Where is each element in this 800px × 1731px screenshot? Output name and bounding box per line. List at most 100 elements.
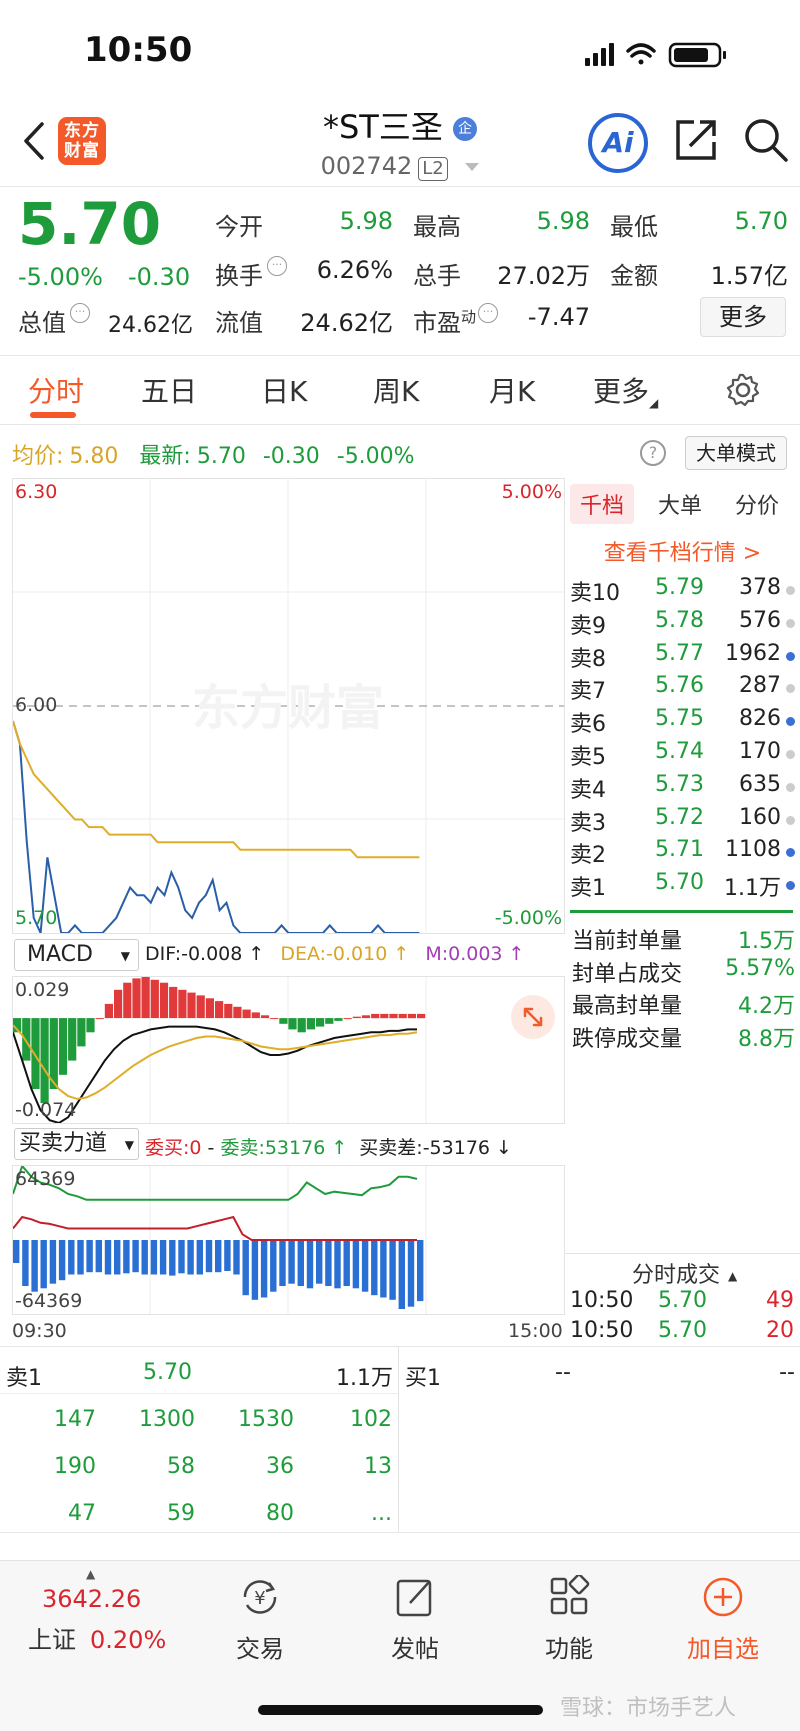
macd-y-min: -0.074 [15,1099,77,1121]
force-bar [95,1240,102,1273]
ask-volume: 1.1万 [724,876,781,902]
ask-row[interactable]: 卖6 5.75 826 [570,706,795,737]
ask-price: 5.70 [655,870,704,896]
macd-bar [398,1013,407,1019]
index-line[interactable]: 上证 0.20% [28,1620,166,1655]
force-bar [407,1240,415,1307]
macd-bar [104,1003,113,1019]
ask-row[interactable]: 卖10 5.79 378 [570,575,795,606]
help-icon[interactable]: ? [640,440,666,466]
settings-icon[interactable] [725,372,761,408]
macd-bar [352,1016,361,1019]
force-bar [205,1240,213,1273]
tab-daily-k[interactable]: 日K [261,370,307,410]
mktcap-value: 24.62亿 [108,313,193,338]
corner-arrow-icon: ◢ [649,396,659,410]
big-order-mode-button[interactable]: 大单模式 [685,436,787,470]
amount-value: 1.57亿 [710,262,788,290]
ask-volume: 635 [739,771,781,797]
ob-tab-thousand[interactable]: 千档 [570,484,635,524]
buy1-label: 买1 [405,1366,441,1391]
force-bar [417,1240,424,1302]
ask-volume: 287 [739,673,781,699]
tab-five-day[interactable]: 五日 [141,370,197,410]
ask-row[interactable]: 卖3 5.72 160 [570,804,795,836]
force-selector[interactable]: 买卖力道 ▼ [14,1128,139,1160]
ask-row[interactable]: 卖8 5.77 1962 [570,641,795,672]
nav-functions[interactable]: 功能 [514,1573,624,1664]
ask-volume: 1108 [725,837,781,863]
signal-icon [585,43,614,66]
macd-chart[interactable]: 0.029 -0.074 [12,976,565,1124]
force-bar [288,1240,295,1284]
queue-cell: 1530 [238,1407,294,1432]
ticks-title[interactable]: 分时成交 ▲ [632,1257,737,1289]
macd-bar [224,1003,233,1019]
ask-row[interactable]: 卖4 5.73 635 [570,771,795,803]
force-bar [123,1240,130,1274]
ask-divider [570,910,793,913]
force-bar [389,1240,396,1300]
macd-bar [86,1018,95,1033]
macd-bar [150,979,159,1019]
macd-selector[interactable]: MACD ▼ [14,939,139,971]
macd-bar [95,1018,104,1020]
queue-cell: ... [371,1501,392,1526]
turnover-label: 换手 ··· [215,256,287,291]
ask-price: 5.72 [655,804,704,830]
macd-bar [380,1013,389,1019]
ask-row[interactable]: 卖5 5.74 170 [570,739,795,770]
stat-row: 当前封单量 1.5万 [570,923,795,954]
force-bar [141,1240,148,1275]
macd-bar [40,1018,49,1104]
current-price: 5.70 [18,190,162,258]
info-icon: ··· [267,256,287,276]
status-icons [585,42,726,68]
stock-code: 002742 [320,152,413,180]
macd-bar [270,1018,279,1020]
dot-icon [786,586,795,595]
intraday-chart[interactable]: 东方财富 6.30 6.00 5.70 5.00% -5.00% [12,478,565,934]
home-indicator[interactable] [258,1705,543,1715]
ob-tab-price[interactable]: 分价 [735,488,779,520]
force-bar [343,1240,350,1286]
nav-post[interactable]: 发帖 [360,1575,470,1664]
index-value[interactable]: 3642.26 [42,1585,141,1613]
volume-value: 27.02万 [497,262,590,290]
queue-cell: 102 [350,1407,392,1432]
ask-row[interactable]: 卖9 5.78 576 [570,608,795,639]
expand-button[interactable] [511,995,555,1039]
macd-bar [343,1018,352,1020]
search-icon[interactable] [742,116,792,166]
share-icon[interactable] [672,116,722,166]
low-value: 5.70 [734,207,788,235]
dropdown-icon: ▼ [120,949,130,963]
ask-label: 卖10 [570,581,620,606]
ob-tab-big[interactable]: 大单 [658,488,702,520]
macd-bar [251,1012,260,1019]
nav-trade[interactable]: ¥ 交易 [205,1575,315,1664]
ask-row[interactable]: 卖7 5.76 287 [570,673,795,704]
ai-button[interactable]: Ai [588,113,648,173]
macd-bar [334,1018,343,1021]
force-bar [398,1240,405,1309]
ask-row[interactable]: 卖1 5.70 1.1万 [570,870,795,902]
tab-more[interactable]: 更多◢ [593,370,658,410]
tab-intraday[interactable]: 分时 [28,370,84,410]
ask-price: 5.79 [655,575,704,600]
more-button[interactable]: 更多 [700,297,786,337]
force-bar [114,1240,121,1275]
ask-row[interactable]: 卖2 5.71 1108 [570,837,795,868]
force-bar [260,1240,268,1298]
force-chart[interactable]: 64369 -64369 [12,1165,565,1315]
force-bar [352,1240,360,1289]
view-depth-link[interactable]: 查看千档行情 > [570,535,795,567]
nav-add-watchlist[interactable]: 加自选 [668,1575,778,1664]
sell1-price: 5.70 [143,1360,192,1385]
macd-bar [22,1018,31,1061]
change-pct: -5.00% [18,263,103,291]
tab-weekly-k[interactable]: 周K [373,370,419,410]
force-bar [132,1240,139,1273]
tab-monthly-k[interactable]: 月K [489,370,535,410]
macd-svg [13,977,427,1123]
